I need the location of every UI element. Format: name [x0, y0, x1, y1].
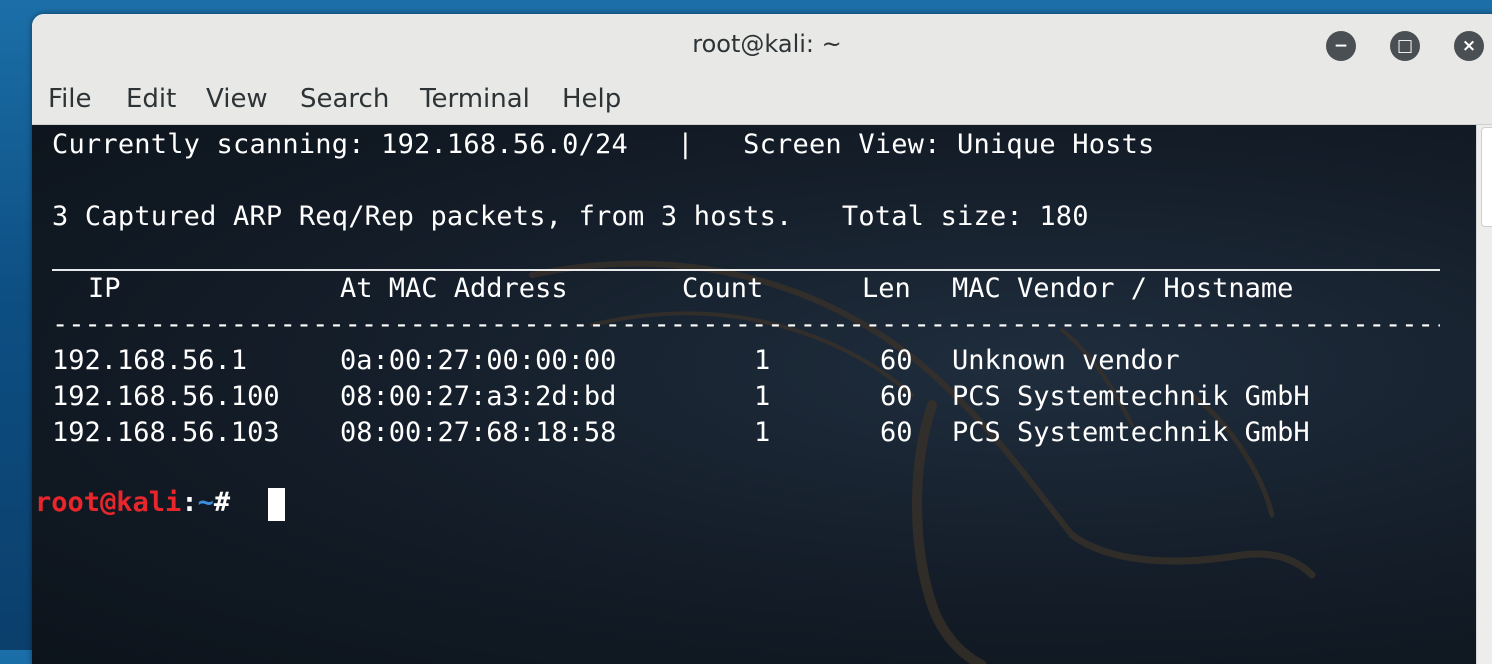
row-count: 1 [754, 345, 771, 376]
scan-status-line: Currently scanning: 192.168.56.0/24 | Sc… [52, 129, 1155, 160]
scrollbar-thumb[interactable] [1481, 127, 1492, 227]
shell-prompt: root@kali:~# [35, 487, 246, 518]
minimize-button[interactable]: − [1326, 31, 1356, 61]
prompt-symbol: # [213, 487, 247, 518]
menu-file[interactable]: File [46, 84, 94, 114]
row-len: 60 [880, 345, 913, 376]
text-cursor[interactable] [268, 488, 285, 521]
menu-terminal[interactable]: Terminal [418, 84, 532, 114]
row-mac: 08:00:27:68:18:58 [340, 417, 617, 448]
row-ip: 192.168.56.103 [52, 417, 280, 448]
row-mac: 0a:00:27:00:00:00 [340, 345, 617, 376]
terminal-output[interactable]: Currently scanning: 192.168.56.0/24 | Sc… [32, 125, 1476, 664]
menu-search[interactable]: Search [298, 84, 391, 114]
close-button[interactable]: × [1454, 31, 1484, 61]
row-vendor: PCS Systemtechnik GmbH [952, 417, 1310, 448]
table-top-rule [52, 269, 1440, 271]
row-count: 1 [754, 381, 771, 412]
vertical-scrollbar[interactable] [1476, 125, 1492, 664]
terminal-window: root@kali: ~ − □ × File Edit View Search… [32, 14, 1492, 664]
menu-help[interactable]: Help [560, 84, 623, 114]
row-ip: 192.168.56.100 [52, 381, 280, 412]
row-len: 60 [880, 417, 913, 448]
menu-bar: File Edit View Search Terminal Help [32, 76, 1492, 125]
capture-summary-line: 3 Captured ARP Req/Rep packets, from 3 h… [52, 201, 1089, 232]
prompt-path: ~ [197, 487, 214, 518]
column-vendor: MAC Vendor / Hostname [952, 273, 1294, 304]
row-count: 1 [754, 417, 771, 448]
row-vendor: Unknown vendor [952, 345, 1180, 376]
column-mac: At MAC Address [340, 273, 568, 304]
maximize-button[interactable]: □ [1390, 31, 1420, 61]
column-len: Len [862, 273, 911, 304]
title-bar[interactable]: root@kali: ~ − □ × [32, 14, 1492, 76]
table-dash-separator: ----------------------------------------… [52, 309, 1440, 340]
menu-view[interactable]: View [204, 84, 270, 114]
column-ip: IP [88, 273, 121, 304]
row-ip: 192.168.56.1 [52, 345, 248, 376]
row-len: 60 [880, 381, 913, 412]
row-vendor: PCS Systemtechnik GmbH [952, 381, 1310, 412]
menu-edit[interactable]: Edit [124, 84, 178, 114]
window-title: root@kali: ~ [692, 30, 842, 58]
prompt-user-host: root@kali [35, 487, 182, 518]
prompt-colon: : [181, 487, 198, 518]
row-mac: 08:00:27:a3:2d:bd [340, 381, 617, 412]
column-count: Count [682, 273, 764, 304]
